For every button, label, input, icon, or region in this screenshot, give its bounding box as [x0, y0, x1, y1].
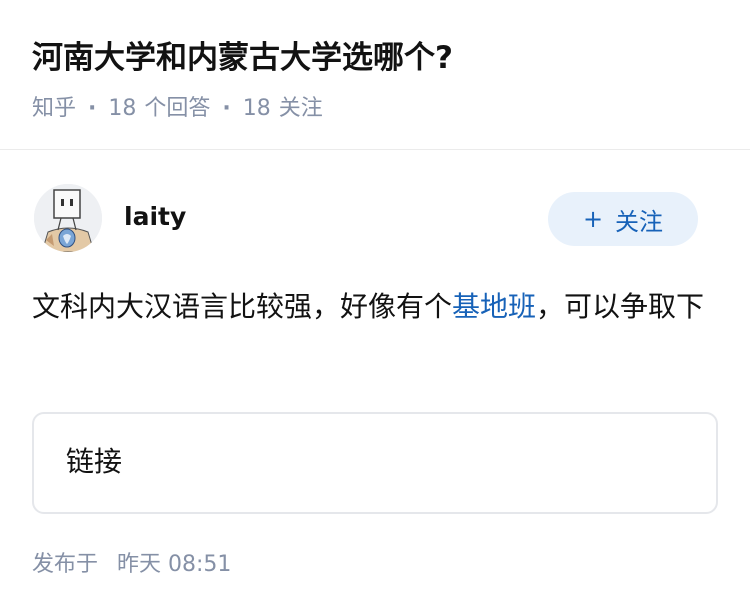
- question-meta: 知乎 · 18 个回答 · 18 关注: [32, 92, 323, 126]
- follow-button-label: 关注: [615, 207, 664, 236]
- answer-inline-link[interactable]: 基地班: [452, 290, 536, 323]
- question-title[interactable]: 河南大学和内蒙古大学选哪个?: [32, 36, 453, 80]
- meta-separator: ·: [88, 96, 97, 121]
- answers-label: 个回答: [144, 96, 211, 121]
- followers-label: 关注: [278, 96, 323, 121]
- follow-button[interactable]: + 关注: [548, 192, 698, 246]
- followers-count: 18: [242, 96, 271, 121]
- answer-content: 文科内大汉语言比较强，好像有个基地班，可以争取下: [32, 282, 718, 332]
- author-row: laity + 关注: [34, 184, 716, 254]
- publish-info: 发布于 昨天 08:51: [32, 548, 231, 582]
- avatar[interactable]: [34, 184, 102, 252]
- answer-text-after: ，可以争取下: [536, 290, 705, 323]
- question-header: 河南大学和内蒙古大学选哪个? 知乎 · 18 个回答 · 18 关注: [0, 0, 750, 150]
- author-name[interactable]: laity: [124, 199, 186, 235]
- meta-separator: ·: [222, 96, 231, 121]
- site-name[interactable]: 知乎: [32, 92, 76, 126]
- publish-time: 昨天 08:51: [117, 552, 232, 577]
- link-card[interactable]: 链接: [32, 412, 718, 514]
- publish-label: 发布于: [32, 552, 99, 577]
- answer-text-before: 文科内大汉语言比较强，好像有个: [32, 290, 453, 323]
- answers-count: 18: [108, 96, 137, 121]
- link-card-label: 链接: [66, 445, 123, 478]
- avatar-illustration-icon: [34, 184, 102, 252]
- plus-icon: +: [582, 205, 604, 233]
